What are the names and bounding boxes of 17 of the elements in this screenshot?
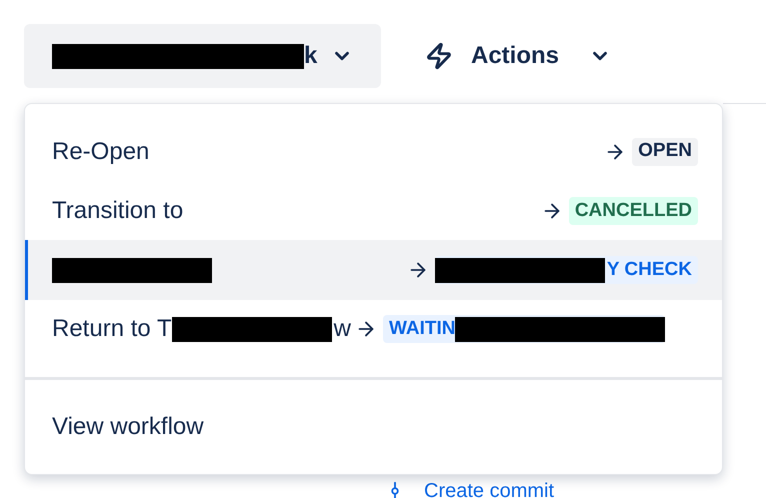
status-lozenge: CANCELLED [568,196,698,225]
menu-item[interactable]: Re-Open OPEN [25,122,722,182]
status-lozenge: OPEN [632,138,698,166]
menu-item-label: Re-Open [52,136,150,167]
menu-item[interactable]: Transition to CANCELLED [25,181,722,240]
menu-item[interactable]: View workflow [25,380,722,474]
status-lozenge: Y CHECK [434,256,698,284]
menu-item-label: Return to T [52,314,172,344]
menu-item[interactable]: Y CHECK [25,240,722,300]
menu-item-label: Transition to [52,196,184,226]
status-dropdown-button[interactable]: k [24,24,381,88]
menu-item-label: w [334,314,351,344]
menu-item[interactable]: Return to T w WAITIN [25,300,722,359]
lightning-icon [425,42,453,70]
status-lozenge: WAITIN [382,315,666,344]
actions-button[interactable]: Actions [425,24,612,88]
background-link[interactable]: Create commit [384,476,554,498]
